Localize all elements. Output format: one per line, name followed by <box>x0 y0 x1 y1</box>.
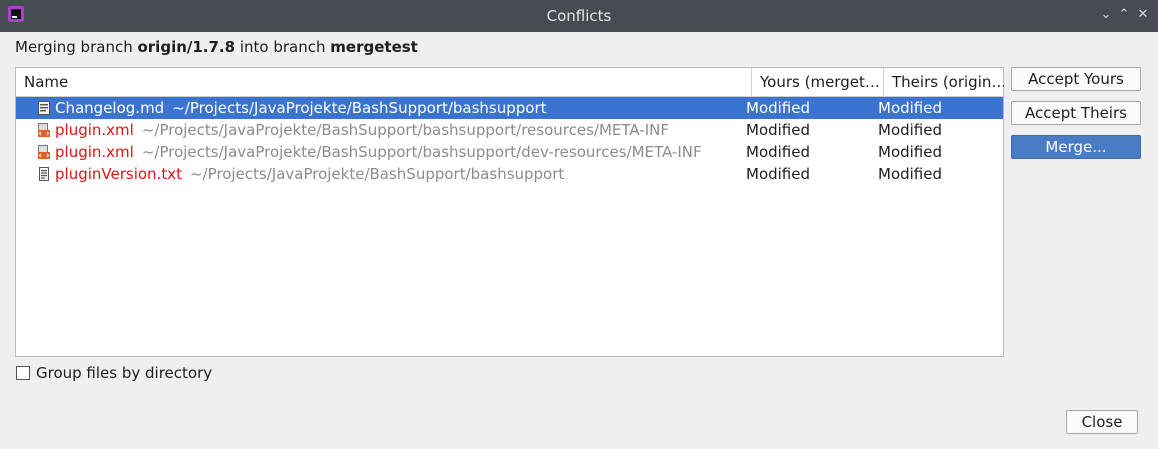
table-row[interactable]: plugin.xml ~/Projects/JavaProjekte/BashSu… <box>16 119 1003 141</box>
group-by-directory-label[interactable]: Group files by directory <box>36 363 212 383</box>
merge-button[interactable]: Merge... <box>1011 135 1141 159</box>
group-by-directory-checkbox[interactable] <box>16 366 30 380</box>
column-header-theirs[interactable]: Theirs (origin… <box>883 68 1004 96</box>
window-title: Conflicts <box>546 7 612 25</box>
file-path: ~/Projects/JavaProjekte/BashSupport/bash… <box>141 143 702 161</box>
file-cell: plugin.xml ~/Projects/JavaProjekte/BashSu… <box>55 119 669 141</box>
xml-file-icon <box>38 123 50 137</box>
xml-file-icon <box>38 145 50 159</box>
theirs-status: Modified <box>878 121 943 139</box>
column-header-name[interactable]: Name <box>24 68 739 96</box>
merge-description: Merging branch origin/1.7.8 into branch … <box>15 38 418 56</box>
file-name: Changelog.md <box>55 99 165 117</box>
table-row[interactable]: Changelog.md ~/Projects/JavaProjekte/Bash… <box>16 97 1003 119</box>
text-file-icon <box>39 167 49 181</box>
markdown-file-icon <box>38 101 50 115</box>
yours-status: Modified <box>746 121 811 139</box>
close-window-icon[interactable]: ✕ <box>1134 6 1152 24</box>
yours-status: Modified <box>746 99 811 117</box>
file-cell: plugin.xml ~/Projects/JavaProjekte/BashSu… <box>55 141 702 163</box>
table-header: Name Yours (merget… Theirs (origin… <box>16 68 1004 97</box>
file-path: ~/Projects/JavaProjekte/BashSupport/bash… <box>141 121 669 139</box>
maximize-icon[interactable]: ⌃ <box>1115 6 1133 24</box>
theirs-status: Modified <box>878 99 943 117</box>
minimize-icon[interactable]: ⌄ <box>1097 6 1115 24</box>
accept-theirs-button[interactable]: Accept Theirs <box>1011 101 1141 125</box>
accept-yours-button[interactable]: Accept Yours <box>1011 67 1141 91</box>
theirs-status: Modified <box>878 165 943 183</box>
yours-status: Modified <box>746 143 811 161</box>
source-branch: origin/1.7.8 <box>137 38 236 56</box>
yours-status: Modified <box>746 165 811 183</box>
file-name: pluginVersion.txt <box>55 165 182 183</box>
close-button[interactable]: Close <box>1066 410 1138 434</box>
table-row[interactable]: plugin.xml ~/Projects/JavaProjekte/BashSu… <box>16 141 1003 163</box>
theirs-status: Modified <box>878 143 943 161</box>
file-cell: pluginVersion.txt ~/Projects/JavaProjekte… <box>55 163 564 185</box>
merge-middle: into branch <box>239 38 326 56</box>
table-row[interactable]: pluginVersion.txt ~/Projects/JavaProjekte… <box>16 163 1003 185</box>
title-bar: Conflicts ⌄ ⌃ ✕ <box>0 0 1158 32</box>
file-name: plugin.xml <box>55 121 134 139</box>
column-header-yours[interactable]: Yours (merget… <box>751 68 882 96</box>
file-path: ~/Projects/JavaProjekte/BashSupport/bash… <box>172 99 547 117</box>
conflicts-table[interactable]: Name Yours (merget… Theirs (origin… Chan… <box>15 67 1004 357</box>
file-path: ~/Projects/JavaProjekte/BashSupport/bash… <box>189 165 565 183</box>
merge-prefix: Merging branch <box>15 38 133 56</box>
file-name: plugin.xml <box>55 143 134 161</box>
file-cell: Changelog.md ~/Projects/JavaProjekte/Bash… <box>55 97 547 119</box>
target-branch: mergetest <box>330 38 418 56</box>
